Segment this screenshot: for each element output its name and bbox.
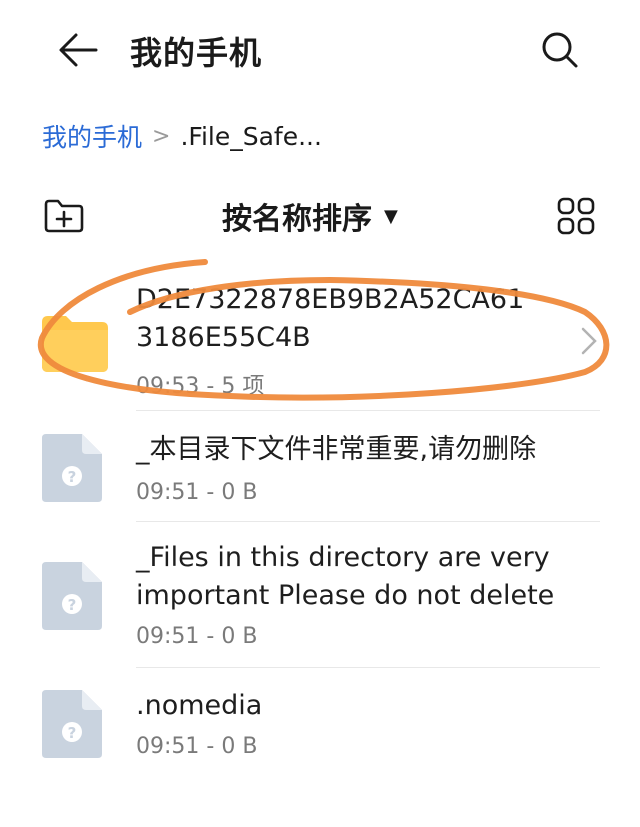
list-item-folder[interactable]: D2E7322878EB9B2A52CA61 3186E55C4B 09:53 … — [0, 280, 640, 412]
file-meta: 09:51 - 0 B — [136, 480, 258, 505]
breadcrumb-current: .File_Safe... — [180, 121, 322, 151]
sort-label: 按名称排序 — [222, 202, 372, 237]
list-item-file[interactable]: ? _本目录下文件非常重要,请勿删除 09:51 - 0 B — [0, 412, 640, 522]
svg-text:?: ? — [68, 468, 77, 486]
back-arrow-icon[interactable] — [56, 30, 100, 70]
top-bar: 我的手机 — [0, 0, 640, 100]
chevron-right-icon — [581, 327, 597, 355]
file-name-line-2: 3186E55C4B — [136, 322, 311, 353]
chevron-down-icon: ▼ — [384, 205, 398, 227]
list-item-file[interactable]: ? .nomedia 09:51 - 0 B — [0, 668, 640, 778]
file-name: .nomedia — [136, 690, 263, 721]
file-meta: 09:51 - 0 B — [136, 624, 258, 649]
unknown-file-icon: ? — [42, 562, 102, 630]
svg-text:?: ? — [68, 596, 77, 614]
file-meta: 09:51 - 0 B — [136, 734, 258, 759]
file-meta: 09:53 - 5 项 — [136, 374, 265, 399]
sort-dropdown[interactable]: 按名称排序 ▼ — [222, 194, 398, 238]
search-icon[interactable] — [538, 28, 582, 72]
svg-text:?: ? — [68, 724, 77, 742]
new-folder-icon[interactable] — [42, 198, 86, 234]
breadcrumb-separator: > — [152, 123, 171, 149]
breadcrumb-root[interactable]: 我的手机 — [42, 118, 142, 154]
file-name-line-2: important Please do not delete — [136, 580, 555, 611]
file-name-line-1: _Files in this directory are very — [136, 542, 550, 573]
list-item-file[interactable]: ? _Files in this directory are very impo… — [0, 522, 640, 668]
folder-icon — [42, 316, 108, 372]
breadcrumb: 我的手机 > .File_Safe... — [42, 116, 322, 156]
file-name-line-1: D2E7322878EB9B2A52CA61 — [136, 284, 525, 315]
sort-toolbar: 按名称排序 ▼ — [0, 190, 640, 246]
file-name: _本目录下文件非常重要,请勿删除 — [136, 434, 537, 465]
divider — [136, 410, 600, 411]
page-title: 我的手机 — [130, 34, 263, 72]
unknown-file-icon: ? — [42, 690, 102, 758]
grid-view-icon[interactable] — [556, 196, 596, 236]
unknown-file-icon: ? — [42, 434, 102, 502]
